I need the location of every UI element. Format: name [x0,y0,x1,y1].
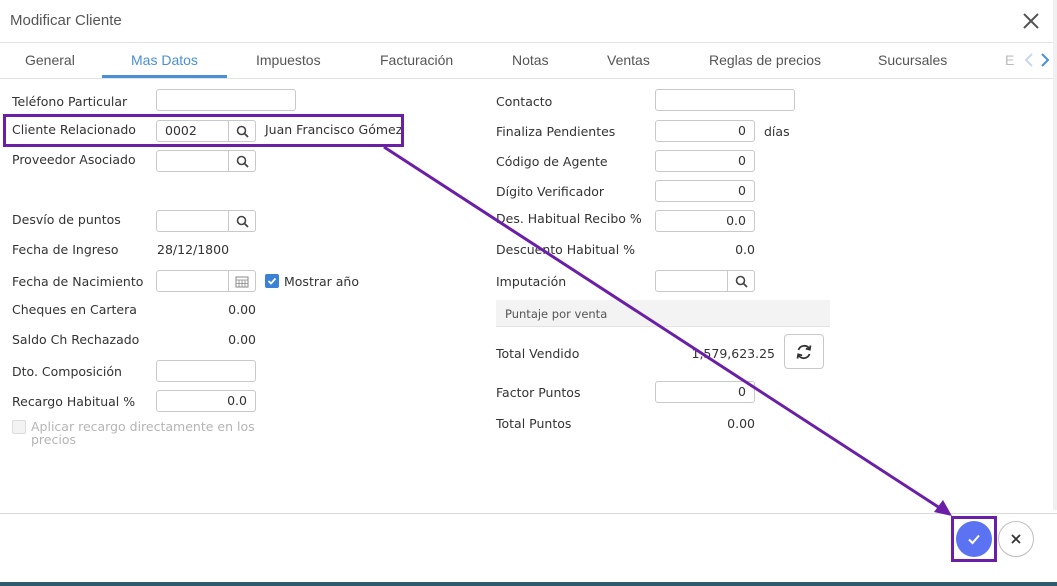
scrollbar-track[interactable] [1053,0,1057,510]
window-bottom-strip [0,582,1057,586]
annotation-arrow [383,145,952,516]
